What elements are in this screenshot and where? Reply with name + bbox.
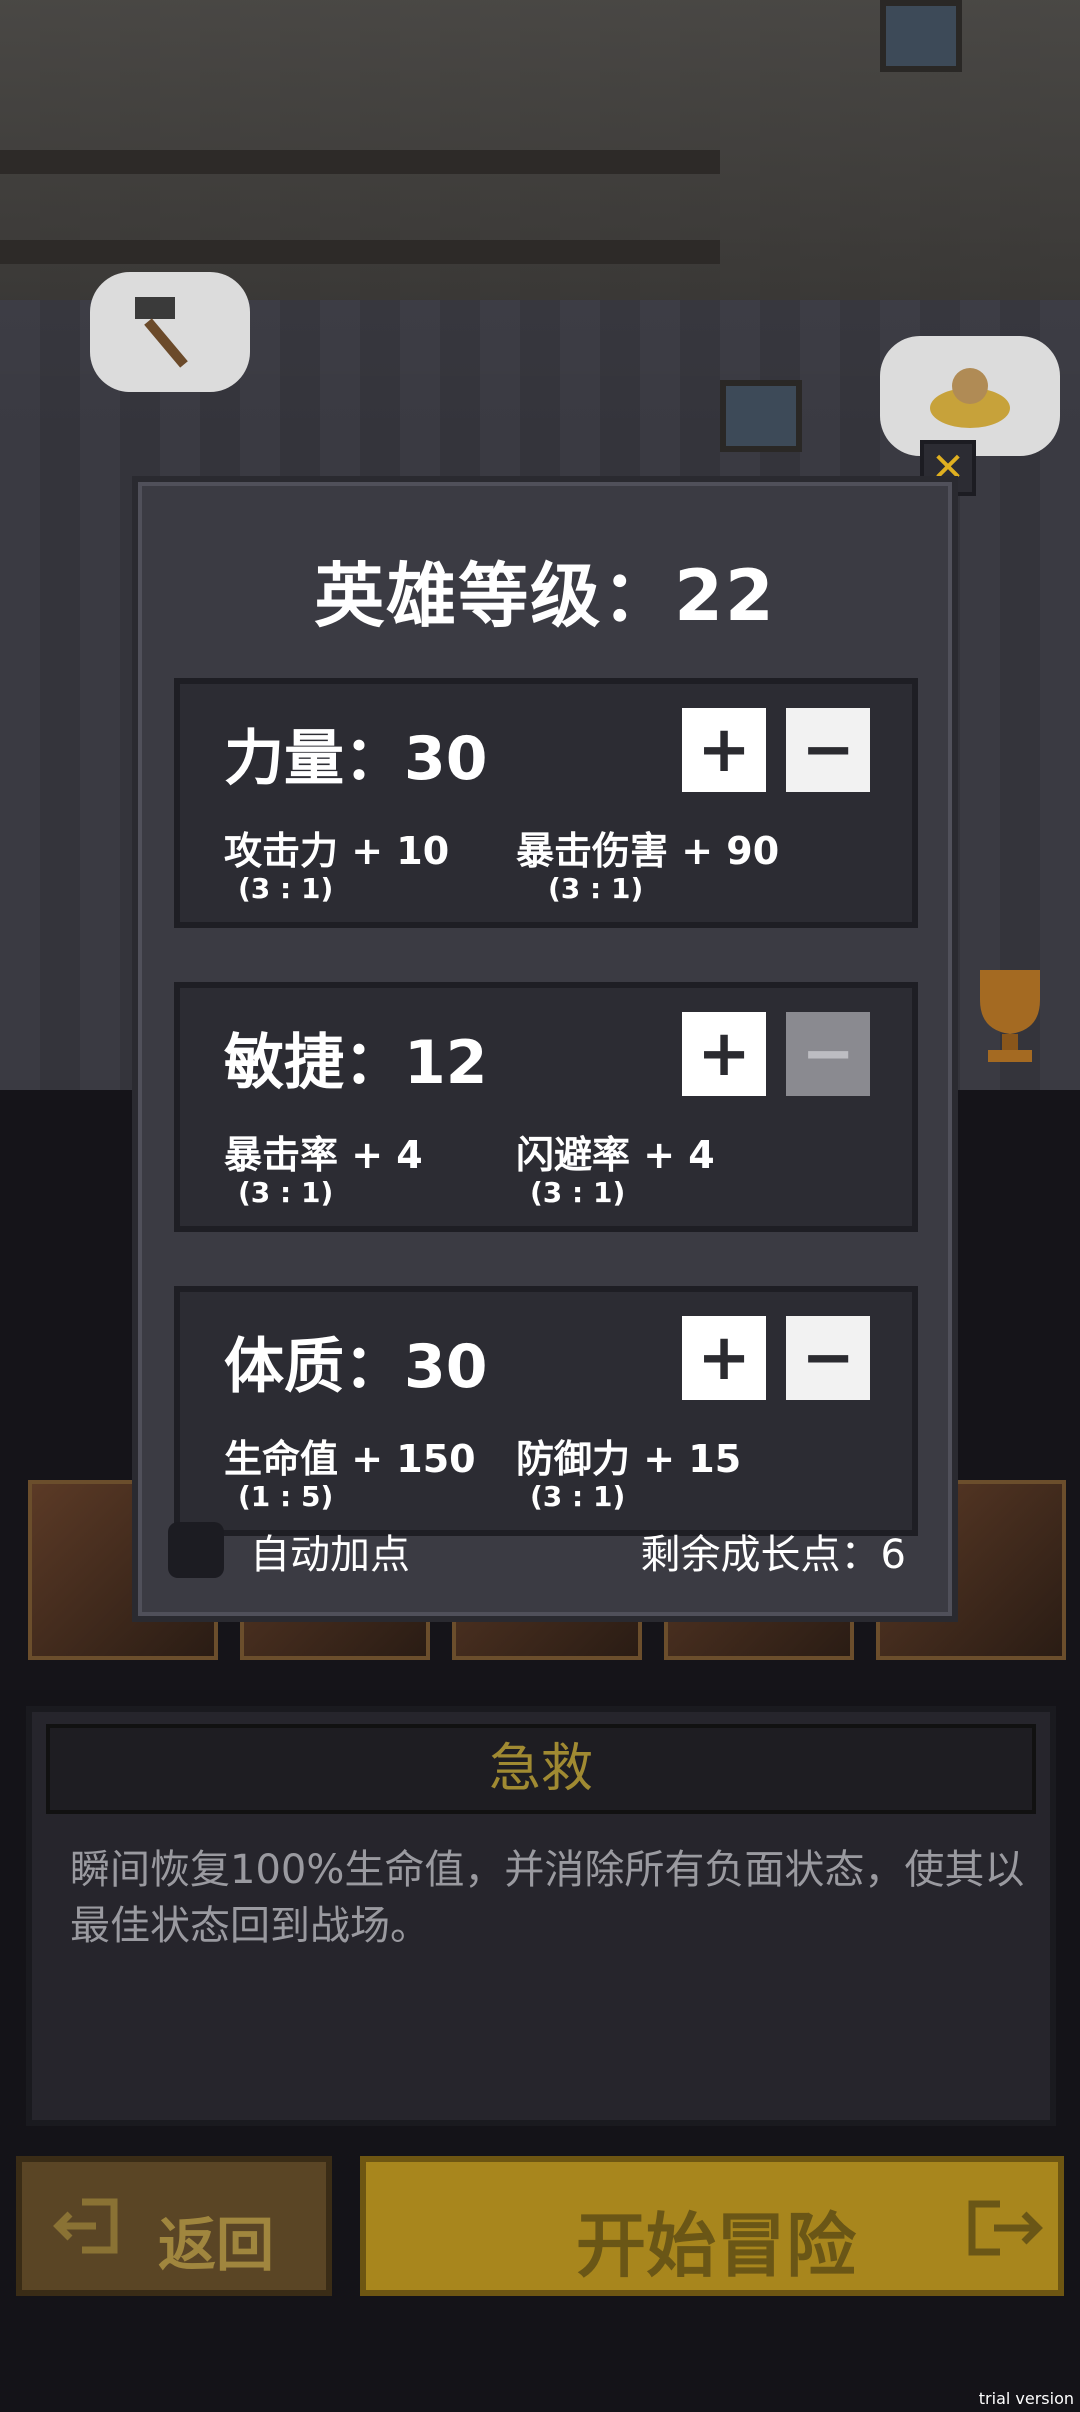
- stat-name: 敏捷：12: [224, 1028, 488, 1098]
- stat-card-constitution: 体质：30 + − 生命值 + 150 (1 : 5) 防御力 + 15 (3 …: [174, 1286, 918, 1536]
- stat-name: 体质：30: [224, 1332, 488, 1402]
- blacksmith-bubble[interactable]: [90, 272, 250, 392]
- ratio-left: (1 : 5): [238, 1480, 334, 1513]
- ratio-right: (3 : 1): [530, 1480, 626, 1513]
- back-label: 返回: [158, 2211, 275, 2279]
- sub-stat-right: 防御力 + 15: [516, 1437, 742, 1481]
- money-bag-icon: [930, 368, 1010, 428]
- stat-card-strength: 力量：30 + − 攻击力 + 10 (3 : 1) 暴击伤害 + 90 (3 …: [174, 678, 918, 928]
- hammer-icon: [135, 297, 188, 368]
- back-button[interactable]: 返回: [16, 2156, 332, 2296]
- auto-assign-label: 自动加点: [250, 1532, 410, 1578]
- watermark: trial version: [978, 2389, 1074, 2408]
- sub-stat-left: 暴击率 + 4: [224, 1133, 423, 1177]
- decrease-constitution-button[interactable]: −: [786, 1316, 870, 1400]
- increase-agility-button[interactable]: +: [682, 1012, 766, 1096]
- enter-icon: [968, 2200, 1043, 2256]
- start-adventure-button[interactable]: 开始冒险: [360, 2156, 1064, 2296]
- sub-stat-right: 闪避率 + 4: [516, 1133, 715, 1177]
- skill-title: 急救: [46, 1724, 1036, 1814]
- increase-constitution-button[interactable]: +: [682, 1316, 766, 1400]
- beam: [0, 240, 720, 264]
- stat-card-agility: 敏捷：12 + − 暴击率 + 4 (3 : 1) 闪避率 + 4 (3 : 1…: [174, 982, 918, 1232]
- stat-name: 力量：30: [224, 724, 488, 794]
- ratio-left: (3 : 1): [238, 872, 334, 905]
- sub-stat-left: 攻击力 + 10: [224, 829, 450, 873]
- ratio-right: (3 : 1): [530, 1176, 626, 1209]
- ratio-right: (3 : 1): [548, 872, 644, 905]
- window: [880, 0, 962, 72]
- sub-stat-right: 暴击伤害 + 90: [516, 829, 780, 873]
- auto-assign-checkbox[interactable]: [168, 1522, 224, 1578]
- trophy-icon[interactable]: [960, 960, 1060, 1070]
- window: [720, 380, 802, 452]
- merchant-bubble[interactable]: [880, 336, 1060, 456]
- ratio-left: (3 : 1): [238, 1176, 334, 1209]
- decrease-agility-button: −: [786, 1012, 870, 1096]
- increase-strength-button[interactable]: +: [682, 708, 766, 792]
- attribute-dialog: 英雄等级：22 力量：30 + − 攻击力 + 10 (3 : 1) 暴击伤害 …: [132, 476, 958, 1622]
- beam: [0, 150, 720, 174]
- skill-description-panel: 急救 瞬间恢复100%生命值，并消除所有负面状态，使其以最佳状态回到战场。: [26, 1706, 1056, 2126]
- remaining-points: 剩余成长点：6: [640, 1532, 906, 1578]
- sub-stat-left: 生命值 + 150: [224, 1437, 476, 1481]
- exit-icon: [53, 2198, 118, 2254]
- decrease-strength-button[interactable]: −: [786, 708, 870, 792]
- skill-description: 瞬间恢复100%生命值，并消除所有负面状态，使其以最佳状态回到战场。: [70, 1847, 1025, 1949]
- start-label: 开始冒险: [576, 2205, 856, 2287]
- hero-level-title: 英雄等级：22: [314, 555, 776, 637]
